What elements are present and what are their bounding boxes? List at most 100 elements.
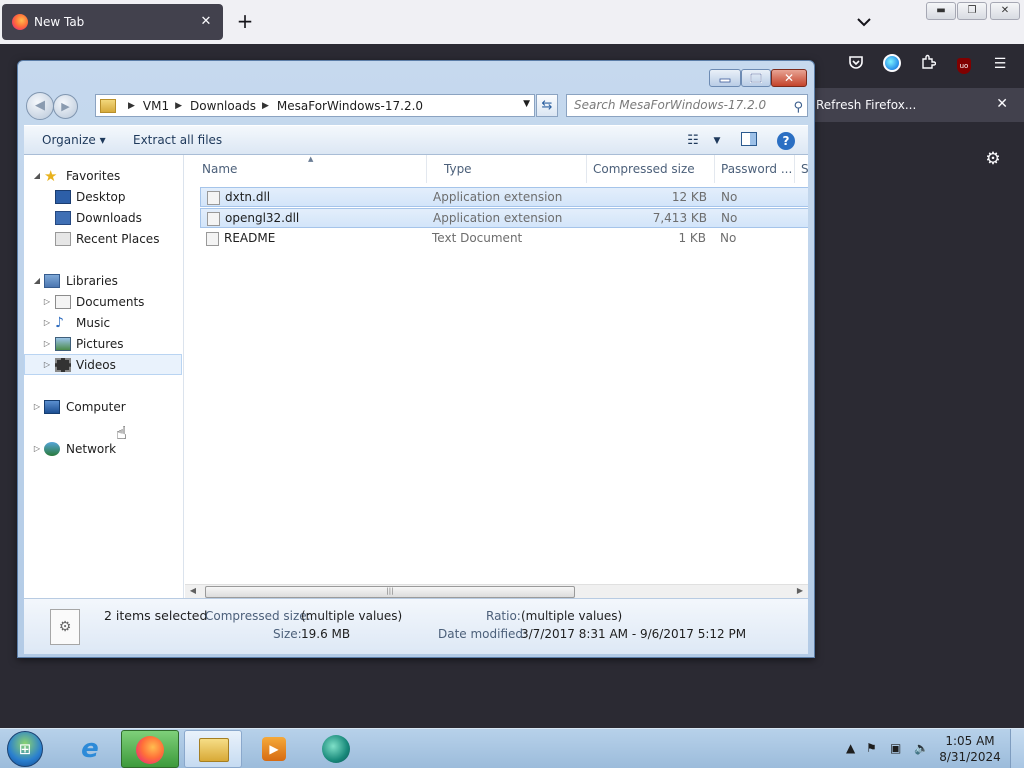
scroll-left-icon[interactable]: ◀: [186, 586, 200, 595]
nav-pictures[interactable]: ▷ Pictures: [24, 333, 182, 354]
file-row[interactable]: opengl32.dll Application extension 7,413…: [200, 208, 808, 228]
column-header-name[interactable]: Name: [185, 155, 427, 183]
collapsed-arrow-icon[interactable]: ▷: [42, 297, 52, 306]
maximize-button[interactable]: [741, 69, 771, 87]
column-header-password[interactable]: Password ...: [715, 155, 795, 183]
clock-date: 8/31/2024: [939, 750, 1001, 764]
nav-documents[interactable]: ▷ Documents: [24, 291, 182, 312]
breadcrumb-separator-icon[interactable]: ▶: [128, 101, 135, 111]
breadcrumb-separator-icon[interactable]: ▶: [175, 101, 182, 111]
taskbar-explorer[interactable]: [184, 730, 242, 768]
file-password: No: [721, 211, 738, 225]
show-hidden-icons-icon[interactable]: ▲: [846, 741, 855, 755]
new-tab-button[interactable]: +: [234, 10, 256, 32]
search-input[interactable]: Search MesaForWindows-17.2.0 ⚲: [566, 94, 808, 117]
file-row[interactable]: README Text Document 1 KB No: [200, 229, 808, 249]
notification-close-icon[interactable]: ✕: [996, 96, 1008, 112]
action-center-flag-icon[interactable]: ⚑: [866, 741, 877, 755]
nav-downloads[interactable]: Downloads: [24, 207, 182, 228]
file-row[interactable]: dxtn.dll Application extension 12 KB No: [200, 187, 808, 207]
close-button[interactable]: ✕: [771, 69, 807, 87]
ratio-label: Ratio:: [486, 609, 521, 623]
browser-tab[interactable]: New Tab ✕: [2, 4, 223, 40]
pocket-icon[interactable]: [846, 54, 866, 74]
nav-computer[interactable]: ▷ Computer: [24, 396, 182, 417]
forward-button[interactable]: ▶: [53, 94, 78, 119]
taskbar-media-player[interactable]: ▶: [245, 730, 303, 768]
view-dropdown-icon[interactable]: ▼: [708, 132, 726, 150]
view-options-icon[interactable]: ☷: [684, 132, 702, 150]
search-icon[interactable]: ⚲: [793, 97, 803, 118]
minimize-button[interactable]: [709, 69, 741, 87]
content-area: ◢ ★ Favorites Desktop Downloads Recent P…: [24, 155, 808, 598]
tab-close-icon[interactable]: ✕: [197, 13, 215, 31]
documents-icon: [55, 294, 71, 309]
taskbar-app[interactable]: [308, 730, 366, 768]
back-button[interactable]: ◀: [26, 92, 54, 120]
ublock-icon[interactable]: uo: [954, 54, 974, 74]
refresh-firefox-label[interactable]: Refresh Firefox...: [816, 98, 916, 112]
nav-label: Desktop: [76, 189, 126, 204]
collapsed-arrow-icon[interactable]: ▷: [32, 402, 42, 411]
scroll-right-icon[interactable]: ▶: [793, 586, 807, 595]
search-placeholder: Search MesaForWindows-17.2.0: [574, 98, 767, 112]
breadcrumb-separator-icon[interactable]: ▶: [262, 101, 269, 111]
collapsed-arrow-icon[interactable]: ▷: [42, 318, 52, 327]
extract-all-button[interactable]: Extract all files: [133, 133, 222, 147]
expanded-arrow-icon[interactable]: ◢: [32, 276, 42, 285]
nav-label: Music: [76, 315, 111, 330]
scrollbar-thumb[interactable]: |||: [205, 586, 575, 598]
start-button[interactable]: ⊞: [7, 731, 43, 767]
internet-explorer-icon: e: [81, 734, 99, 764]
breadcrumb-vm1[interactable]: VM1: [143, 99, 169, 113]
nav-favorites[interactable]: ◢ ★ Favorites: [24, 165, 182, 186]
preview-pane-icon[interactable]: [740, 132, 758, 150]
file-name: opengl32.dll: [225, 211, 300, 225]
music-icon: ♪: [55, 314, 64, 331]
nav-network[interactable]: ▷ Network: [24, 438, 182, 459]
dll-file-icon: [207, 191, 220, 205]
taskbar-ie[interactable]: e: [62, 730, 120, 768]
desktop-icon: [55, 189, 71, 204]
nav-desktop[interactable]: Desktop: [24, 186, 182, 207]
account-icon[interactable]: [882, 54, 902, 74]
column-header-compressed-size[interactable]: Compressed size: [587, 155, 715, 183]
taskbar-firefox[interactable]: [121, 730, 179, 768]
dll-file-icon: [207, 212, 220, 226]
menu-icon[interactable]: ☰: [990, 54, 1010, 74]
breadcrumb-current-folder[interactable]: MesaForWindows-17.2.0: [277, 99, 423, 113]
ratio-value: (multiple values): [521, 609, 623, 623]
refresh-button[interactable]: ⇆: [536, 94, 558, 117]
expanded-arrow-icon[interactable]: ◢: [32, 171, 42, 180]
nav-music[interactable]: ▷ ♪ Music: [24, 312, 182, 333]
column-header-type[interactable]: Type: [427, 155, 587, 183]
organize-button[interactable]: Organize ▾: [42, 133, 106, 147]
help-icon[interactable]: ?: [777, 132, 795, 150]
network-tray-icon[interactable]: ▣: [890, 741, 901, 755]
address-dropdown-icon[interactable]: ▼: [523, 99, 530, 109]
computer-icon: [44, 399, 60, 414]
extensions-icon[interactable]: [918, 54, 938, 74]
nav-libraries[interactable]: ◢ Libraries: [24, 270, 182, 291]
collapsed-arrow-icon[interactable]: ▷: [32, 444, 42, 453]
browser-minimize-button[interactable]: ▬: [926, 2, 956, 20]
firefox-icon: [136, 736, 164, 764]
volume-muted-icon[interactable]: 🔈: [914, 741, 929, 755]
nav-recent-places[interactable]: Recent Places: [24, 228, 182, 249]
file-list: Name ▲ Type Compressed size Password ...…: [185, 155, 808, 584]
column-header-size[interactable]: Si: [795, 155, 808, 183]
breadcrumb-downloads[interactable]: Downloads: [190, 99, 256, 113]
date-modified-label: Date modified:: [438, 627, 528, 641]
browser-close-button[interactable]: ✕: [990, 2, 1020, 20]
refresh-firefox-notification[interactable]: Refresh Firefox... ✕: [812, 88, 1024, 122]
horizontal-scrollbar[interactable]: ◀ ||| ▶: [185, 584, 808, 598]
collapsed-arrow-icon[interactable]: ▷: [42, 360, 52, 369]
address-bar[interactable]: ▶ VM1 ▶ Downloads ▶ MesaForWindows-17.2.…: [95, 94, 535, 117]
show-desktop-button[interactable]: [1010, 729, 1024, 768]
system-clock[interactable]: 1:05 AM 8/31/2024: [936, 733, 1004, 765]
list-all-tabs-icon[interactable]: [854, 12, 874, 32]
collapsed-arrow-icon[interactable]: ▷: [42, 339, 52, 348]
settings-gear-icon[interactable]: ⚙: [982, 148, 1004, 170]
browser-restore-button[interactable]: ❐: [957, 2, 987, 20]
nav-videos[interactable]: ▷ Videos: [24, 354, 182, 375]
